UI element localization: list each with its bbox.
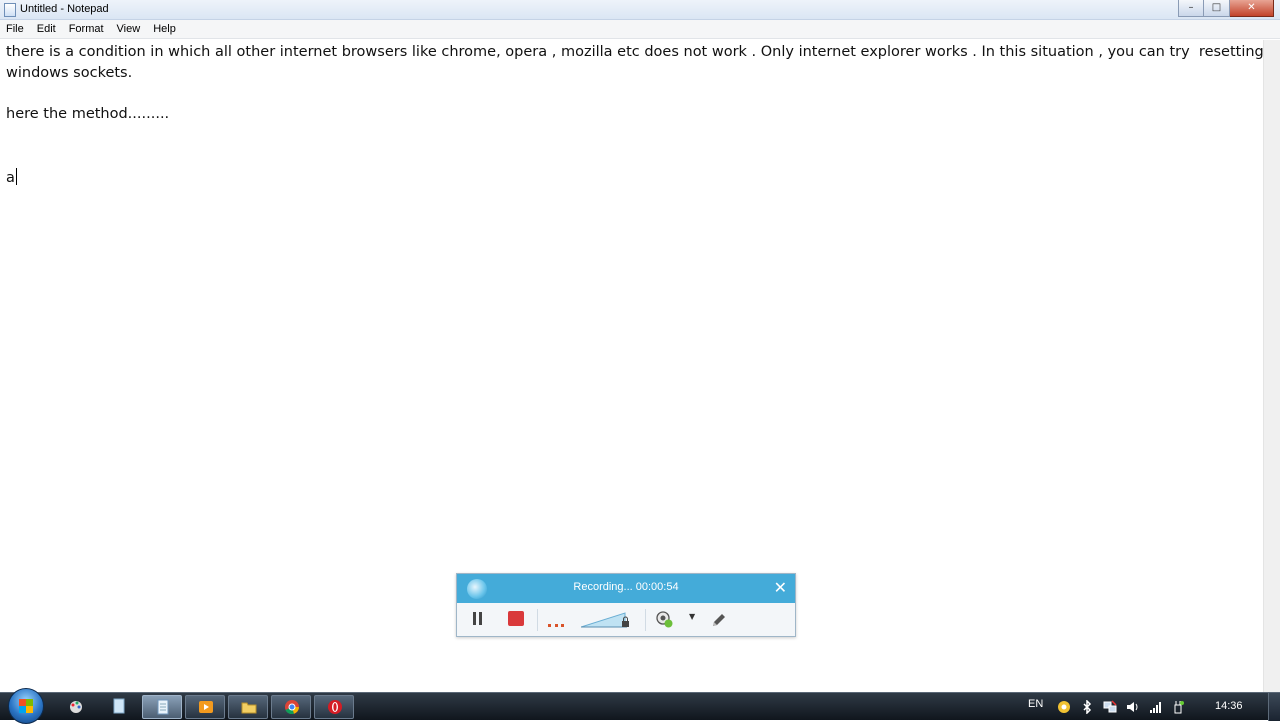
show-desktop-button[interactable] bbox=[1268, 693, 1280, 721]
pause-icon[interactable] bbox=[470, 610, 484, 628]
clock[interactable]: 14:36 bbox=[1215, 700, 1243, 714]
recording-status: Recording... 00:00:54 bbox=[573, 581, 679, 593]
text-line-cursor: a bbox=[6, 168, 17, 186]
network-icon[interactable] bbox=[1103, 699, 1117, 713]
bluetooth-icon[interactable] bbox=[1080, 699, 1094, 715]
window-title: Untitled - Notepad bbox=[20, 3, 109, 15]
chrome-icon[interactable] bbox=[271, 695, 311, 719]
camtasia-icon[interactable] bbox=[1057, 699, 1071, 713]
taskbar: EN 14:36 bbox=[0, 688, 1280, 724]
volume-icon[interactable] bbox=[1126, 699, 1140, 713]
menu-edit[interactable]: Edit bbox=[31, 20, 63, 38]
explorer-folder-icon[interactable] bbox=[228, 695, 268, 719]
close-button[interactable]: ✕ bbox=[1230, 0, 1274, 17]
text-line: a bbox=[6, 170, 15, 186]
safely-remove-icon[interactable] bbox=[1171, 699, 1185, 714]
divider bbox=[537, 609, 538, 631]
recording-toolbar: Recording... 00:00:54 ✕ ▼ bbox=[456, 573, 796, 637]
stop-icon[interactable] bbox=[508, 611, 524, 626]
signal-icon[interactable] bbox=[1149, 699, 1163, 713]
recording-header: Recording... 00:00:54 ✕ bbox=[457, 574, 795, 603]
notepad-app-icon[interactable] bbox=[4, 3, 16, 17]
vertical-scrollbar[interactable] bbox=[1263, 40, 1280, 692]
paint-icon[interactable] bbox=[56, 695, 96, 719]
close-icon[interactable]: ✕ bbox=[774, 578, 787, 598]
dropdown-icon[interactable]: ▼ bbox=[689, 612, 697, 630]
notepad-icon[interactable] bbox=[142, 695, 182, 719]
windows-flag-icon bbox=[19, 699, 33, 713]
text-line: windows sockets. bbox=[6, 65, 133, 81]
menu-format[interactable]: Format bbox=[63, 20, 111, 38]
media-player-icon[interactable] bbox=[185, 695, 225, 719]
mic-level-icon bbox=[548, 623, 564, 627]
webcam-icon[interactable] bbox=[656, 611, 673, 629]
text-line: here the method......... bbox=[6, 106, 170, 122]
title-bar: Untitled - Notepad – □ ✕ bbox=[0, 0, 1280, 20]
language-indicator[interactable]: EN bbox=[1028, 698, 1043, 712]
notepad-shortcut-icon[interactable] bbox=[99, 695, 139, 719]
opera-icon[interactable] bbox=[314, 695, 354, 719]
menu-help[interactable]: Help bbox=[147, 20, 183, 38]
minimize-button[interactable]: – bbox=[1178, 0, 1204, 17]
recording-controls: ▼ bbox=[457, 603, 795, 636]
volume-icon[interactable] bbox=[580, 609, 631, 629]
menu-file[interactable]: File bbox=[0, 20, 31, 38]
text-line: there is a condition in which all other … bbox=[6, 44, 1264, 60]
text-caret bbox=[15, 168, 17, 185]
divider bbox=[645, 609, 646, 631]
start-orb-icon[interactable] bbox=[8, 688, 44, 724]
pen-icon[interactable] bbox=[710, 611, 728, 629]
maximize-button[interactable]: □ bbox=[1204, 0, 1230, 17]
menu-view[interactable]: View bbox=[111, 20, 148, 38]
window-controls: – □ ✕ bbox=[1178, 0, 1274, 18]
menu-bar: File Edit Format View Help bbox=[0, 20, 1280, 39]
